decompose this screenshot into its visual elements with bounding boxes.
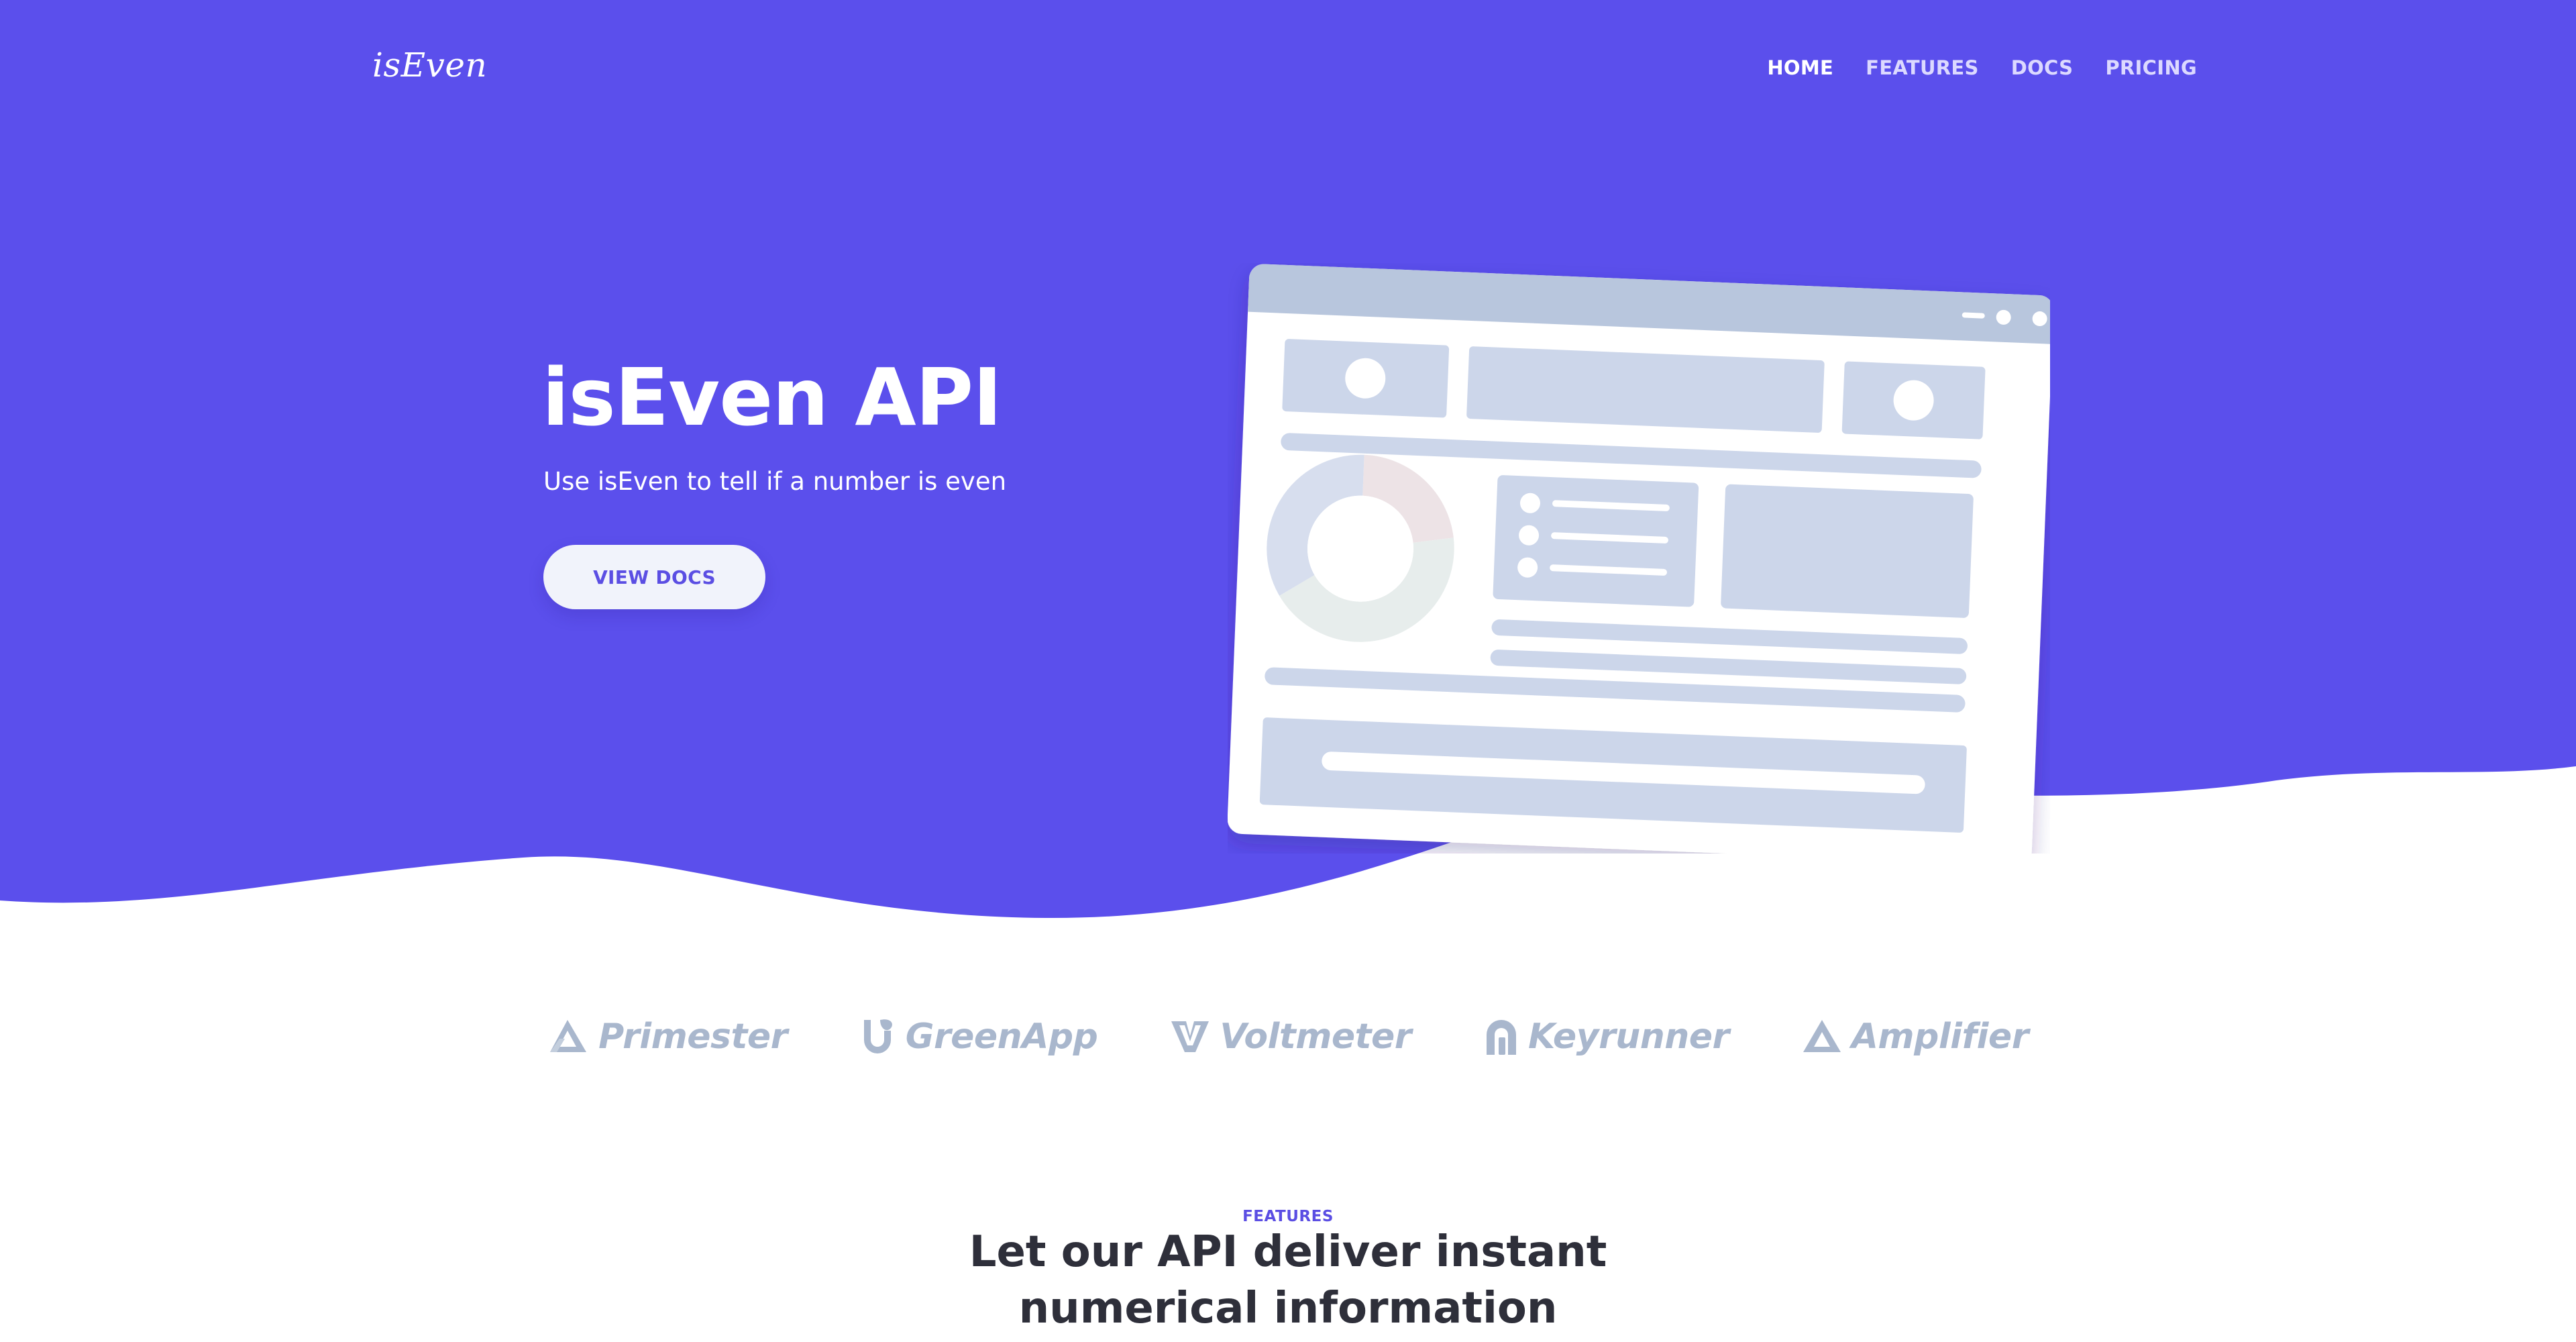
keyrunner-logo-icon [1484, 1017, 1519, 1056]
hero-subtitle: Use isEven to tell if a number is even [543, 467, 1007, 496]
nav-features-link[interactable]: FEATURES [1866, 56, 1979, 79]
client-logo-primester: Primester [547, 1017, 788, 1057]
voltmeter-logo-icon [1170, 1019, 1210, 1055]
features-heading: Let our API deliver instant numerical in… [885, 1224, 1690, 1337]
client-logo-keyrunner: Keyrunner [1484, 1017, 1729, 1057]
primester-logo-icon [547, 1019, 589, 1055]
features-heading-line1: Let our API deliver instant [969, 1227, 1607, 1277]
client-name: Voltmeter [1220, 1017, 1411, 1057]
nav-docs-link[interactable]: DOCS [2011, 56, 2074, 79]
main-nav: HOME FEATURES DOCS PRICING [1767, 56, 2197, 79]
landing-page: isEven HOME FEATURES DOCS PRICING isEven… [0, 0, 2576, 1342]
dashboard-illustration [1228, 264, 2050, 854]
brand-logo[interactable]: isEven [372, 46, 487, 85]
nav-home-link[interactable]: HOME [1767, 56, 1833, 79]
features-eyebrow: FEATURES [1242, 1208, 1334, 1225]
amplifier-logo-icon [1802, 1019, 1842, 1055]
client-logo-amplifier: Amplifier [1802, 1017, 2029, 1057]
client-name: Primester [598, 1017, 788, 1057]
window-minimize-icon [1962, 312, 1985, 319]
nav-pricing-link[interactable]: PRICING [2105, 56, 2197, 79]
client-name: GreenApp [905, 1017, 1098, 1057]
client-name: Amplifier [1851, 1017, 2029, 1057]
client-logo-greenapp: GreenApp [860, 1017, 1098, 1057]
features-heading-line2: numerical information [1018, 1284, 1558, 1333]
client-name: Keyrunner [1527, 1017, 1729, 1057]
client-logo-voltmeter: Voltmeter [1170, 1017, 1411, 1057]
view-docs-button[interactable]: VIEW DOCS [543, 545, 765, 609]
client-logos: Primester GreenApp Voltmeter Keyrunner A… [0, 1017, 2576, 1057]
hero-title: isEven API [542, 351, 1002, 444]
greenapp-logo-icon [860, 1017, 896, 1056]
